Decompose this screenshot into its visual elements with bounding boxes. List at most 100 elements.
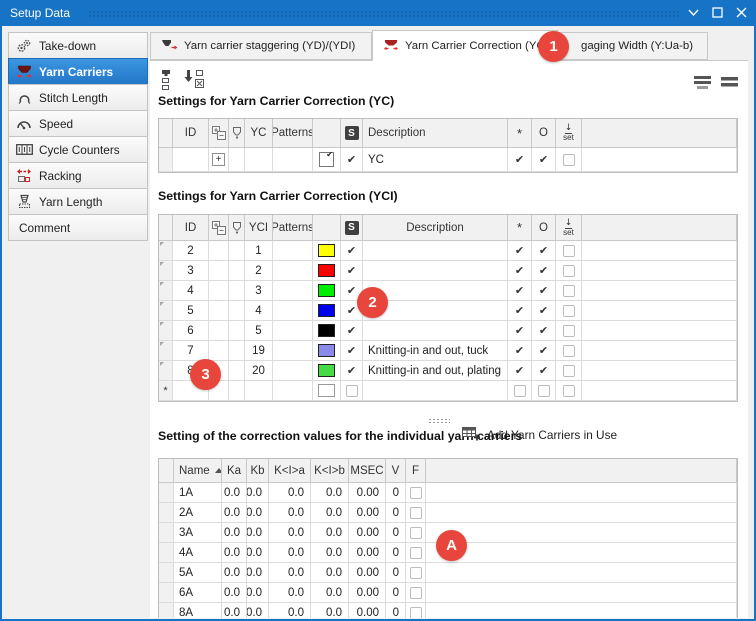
description-cell[interactable]: [363, 381, 508, 401]
patterns-cell[interactable]: [273, 301, 313, 321]
patterns-cell[interactable]: [273, 341, 313, 361]
yc-star-cell[interactable]: ✔: [508, 148, 532, 172]
s-cell[interactable]: ✔: [341, 361, 363, 381]
f-checkbox[interactable]: [410, 527, 422, 539]
ka-cell[interactable]: 0.0: [222, 523, 247, 543]
set-cell[interactable]: [556, 301, 582, 321]
ka-cell[interactable]: 0.0: [222, 583, 247, 603]
kia-cell[interactable]: 0.0: [269, 563, 311, 583]
row-selector[interactable]: [159, 583, 174, 603]
carrier-assign-remove-icon[interactable]: [184, 69, 205, 96]
f-checkbox[interactable]: [410, 567, 422, 579]
yc-s-cell[interactable]: ✔: [341, 148, 363, 172]
sidebar-item-yarn-carriers[interactable]: Yarn Carriers: [8, 58, 148, 85]
color-swatch[interactable]: [318, 284, 335, 297]
f-cell[interactable]: [406, 483, 426, 503]
tab-engaging-width[interactable]: gaging Width (Y:Ua-b): [558, 32, 708, 60]
expand-cell[interactable]: [209, 301, 229, 321]
yc-o-cell[interactable]: ✔: [532, 148, 556, 172]
star-cell[interactable]: ✔: [508, 261, 532, 281]
row-selector[interactable]: [159, 301, 173, 321]
v-cell[interactable]: 0: [386, 483, 406, 503]
kb-cell[interactable]: 0.0: [247, 543, 269, 563]
cor-header-kb[interactable]: Kb: [247, 459, 269, 483]
msec-cell[interactable]: 0.00: [349, 583, 386, 603]
id-cell[interactable]: 2: [173, 241, 209, 261]
carrier-cell[interactable]: [229, 301, 245, 321]
yci-value-cell[interactable]: 2: [245, 261, 273, 281]
set-checkbox[interactable]: [563, 365, 575, 377]
set-cell[interactable]: [556, 381, 582, 401]
expand-cell[interactable]: [209, 341, 229, 361]
color-swatch-cell[interactable]: [313, 301, 341, 321]
cor-header-ka[interactable]: Ka: [222, 459, 247, 483]
row-selector[interactable]: [159, 261, 173, 281]
msec-cell[interactable]: 0.00: [349, 543, 386, 563]
row-layout-icon[interactable]: [694, 74, 712, 95]
description-cell[interactable]: [363, 261, 508, 281]
s-cell[interactable]: ✔: [341, 261, 363, 281]
row-selector[interactable]: [159, 523, 174, 543]
carrier-cell[interactable]: [229, 321, 245, 341]
yc-set-cell[interactable]: [556, 148, 582, 172]
kia-cell[interactable]: 0.0: [269, 503, 311, 523]
yc-description-cell[interactable]: YC: [363, 148, 508, 172]
color-swatch[interactable]: [318, 384, 335, 397]
kia-cell[interactable]: 0.0: [269, 483, 311, 503]
color-swatch[interactable]: [318, 364, 335, 377]
set-cell[interactable]: [556, 341, 582, 361]
kib-cell[interactable]: 0.0: [311, 543, 349, 563]
name-cell[interactable]: 2A: [174, 503, 222, 523]
f-cell[interactable]: [406, 523, 426, 543]
description-cell[interactable]: Knitting-in and out, plating: [363, 361, 508, 381]
yc-id-cell[interactable]: [173, 148, 209, 172]
cor-header-msec[interactable]: MSEC: [349, 459, 386, 483]
f-cell[interactable]: [406, 543, 426, 563]
id-cell[interactable]: 3: [173, 261, 209, 281]
set-cell[interactable]: [556, 261, 582, 281]
v-cell[interactable]: 0: [386, 523, 406, 543]
kia-cell[interactable]: 0.0: [269, 543, 311, 563]
set-checkbox[interactable]: [563, 245, 575, 257]
row-selector[interactable]: [159, 543, 174, 563]
set-cell[interactable]: [556, 321, 582, 341]
set-checkbox[interactable]: [563, 265, 575, 277]
row-selector[interactable]: [159, 563, 174, 583]
yc-expand-cell[interactable]: +: [209, 148, 229, 172]
s-cell[interactable]: ✔: [341, 341, 363, 361]
star-cell[interactable]: ✔: [508, 361, 532, 381]
set-checkbox[interactable]: [563, 325, 575, 337]
f-checkbox[interactable]: [410, 487, 422, 499]
sidebar-item-yarn-length[interactable]: Yarn Length: [8, 188, 148, 215]
kib-cell[interactable]: 0.0: [311, 483, 349, 503]
patterns-cell[interactable]: [273, 281, 313, 301]
o-cell[interactable]: ✔: [532, 381, 556, 401]
carrier-stop-position-icon[interactable]: [158, 69, 174, 96]
yci-value-cell[interactable]: 19: [245, 341, 273, 361]
description-cell[interactable]: [363, 241, 508, 261]
color-swatch-cell[interactable]: [313, 241, 341, 261]
cor-header-f[interactable]: F: [406, 459, 426, 483]
color-swatch-cell[interactable]: [313, 361, 341, 381]
yc-key-cell[interactable]: [245, 148, 273, 172]
color-swatch-cell[interactable]: [313, 281, 341, 301]
v-cell[interactable]: 0: [386, 543, 406, 563]
pattern-select-button[interactable]: ✔: [319, 152, 334, 167]
patterns-cell[interactable]: [273, 381, 313, 401]
collapse-chevron-icon[interactable]: [684, 4, 702, 21]
kb-cell[interactable]: 0.0: [247, 583, 269, 603]
name-cell[interactable]: 4A: [174, 543, 222, 563]
star-cell[interactable]: ✔: [508, 241, 532, 261]
expand-cell[interactable]: [209, 281, 229, 301]
yc-pattern-select-cell[interactable]: ✔: [313, 148, 341, 172]
row-selector[interactable]: [159, 321, 173, 341]
sidebar-item-comment[interactable]: Comment: [8, 214, 148, 241]
color-swatch-cell[interactable]: [313, 321, 341, 341]
kia-cell[interactable]: 0.0: [269, 523, 311, 543]
name-cell[interactable]: 6A: [174, 583, 222, 603]
star-cell[interactable]: ✔: [508, 321, 532, 341]
star-cell[interactable]: ✔: [508, 381, 532, 401]
cor-header-name[interactable]: Name: [174, 459, 222, 483]
add-yarn-carriers-button[interactable]: Add Yarn Carriers in Use: [462, 426, 617, 444]
kb-cell[interactable]: 0.0: [247, 563, 269, 583]
